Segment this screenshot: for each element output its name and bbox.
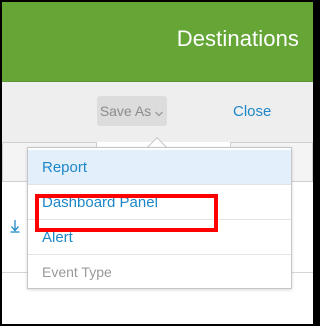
save-as-button[interactable]: Save As bbox=[97, 96, 167, 126]
app-frame: Destinations Save As Close Report Dashbo… bbox=[2, 2, 313, 324]
down-arrow-icon[interactable] bbox=[10, 219, 20, 236]
page-header: Destinations bbox=[2, 2, 313, 82]
toolbar: Save As Close bbox=[2, 82, 313, 142]
save-as-label: Save As bbox=[99, 103, 152, 119]
menu-item-event-type: Event Type bbox=[42, 264, 112, 280]
menu-item-report[interactable]: Report bbox=[28, 150, 291, 184]
page-title: Destinations bbox=[176, 26, 299, 51]
close-link[interactable]: Close bbox=[233, 103, 271, 120]
chevron-down-icon bbox=[154, 106, 164, 117]
annotation-highlight-box bbox=[35, 194, 218, 232]
